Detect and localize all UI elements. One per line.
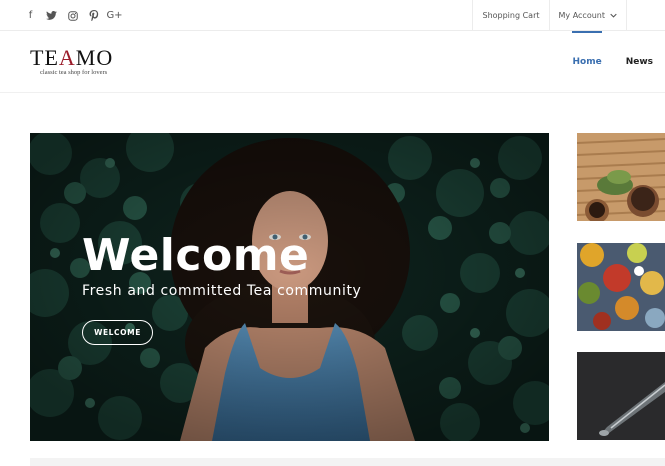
twitter-icon[interactable] — [45, 9, 58, 22]
my-account-menu[interactable]: My Account — [548, 0, 627, 31]
instagram-icon[interactable] — [66, 9, 79, 22]
facebook-icon[interactable]: f — [24, 9, 37, 22]
hero-caption: Welcome Fresh and committed Tea communit… — [82, 230, 362, 300]
top-bar: f G+ Shopping Cart My Account — [0, 0, 665, 31]
hero-slider: Welcome Fresh and committed Tea communit… — [30, 133, 549, 441]
tea-bowls-image — [577, 133, 665, 221]
logo-tagline: classic tea shop for lovers — [40, 69, 108, 76]
utility-menu: Shopping Cart My Account — [472, 0, 627, 31]
shopping-cart-label: Shopping Cart — [482, 11, 540, 20]
social-links: f G+ — [24, 9, 123, 22]
google-plus-icon[interactable]: G+ — [106, 9, 122, 22]
my-account-label: My Account — [558, 11, 605, 20]
site-header: TEAMO classic tea shop for lovers Home N… — [0, 31, 665, 93]
glass-straw-image — [577, 352, 665, 440]
content-strip — [30, 458, 665, 466]
spices-image — [577, 243, 665, 331]
thumbnail-tea-bowls[interactable] — [577, 133, 665, 221]
thumbnail-glass-straw[interactable] — [577, 352, 665, 440]
nav-item-news[interactable]: News — [614, 31, 665, 93]
main-nav: Home News — [560, 31, 665, 93]
nav-item-home[interactable]: Home — [560, 31, 613, 93]
logo-wordmark: TEAMO — [30, 45, 114, 70]
pinterest-icon[interactable] — [87, 9, 100, 22]
chevron-down-icon — [610, 12, 617, 20]
thumbnail-spices[interactable] — [577, 243, 665, 331]
site-logo[interactable]: TEAMO classic tea shop for lovers — [30, 45, 130, 77]
welcome-button[interactable]: WELCOME — [82, 320, 153, 345]
hero-title: Welcome — [82, 230, 310, 281]
hero-subtitle: Fresh and committed Tea community — [82, 283, 362, 299]
shopping-cart-link[interactable]: Shopping Cart — [472, 0, 548, 31]
